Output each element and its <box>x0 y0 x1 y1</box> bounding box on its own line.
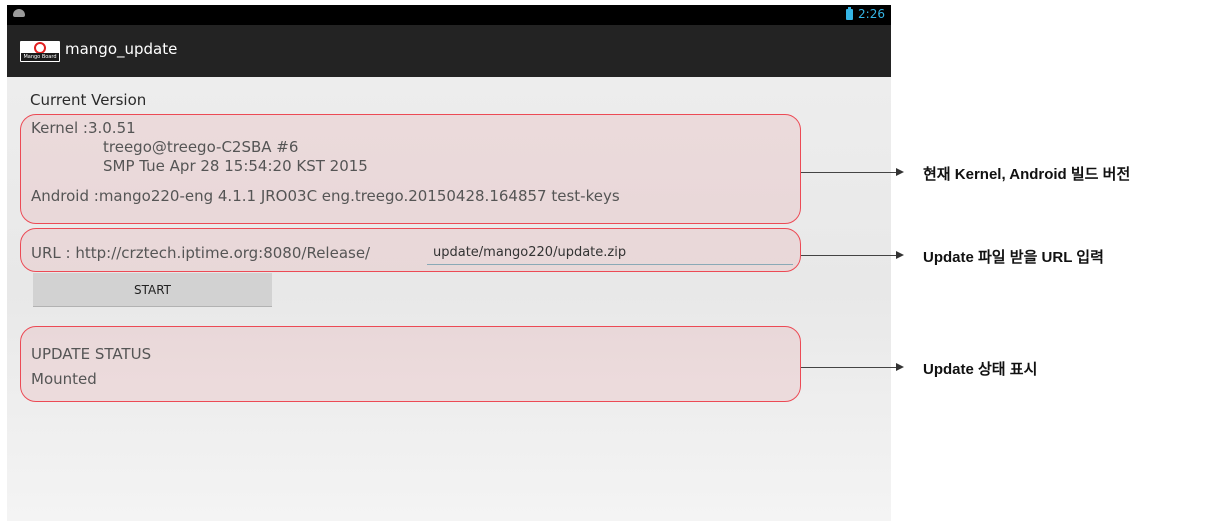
current-version-heading: Current Version <box>30 91 147 109</box>
battery-icon <box>846 7 853 20</box>
android-icon <box>13 9 25 17</box>
version-callout-label: 현재 Kernel, Android 빌드 버전 <box>923 166 1131 183</box>
action-bar: Mango Board mango_update <box>7 25 891 77</box>
status-callout-arrow-icon <box>896 363 904 371</box>
app-logo-icon[interactable]: Mango Board <box>20 41 60 62</box>
url-input[interactable] <box>427 241 793 265</box>
version-callout-arrow-icon <box>896 168 904 176</box>
update-status-heading: UPDATE STATUS <box>31 345 152 363</box>
kernel-version-text: Kernel :3.0.51 <box>31 119 136 137</box>
url-label: URL : http://crztech.iptime.org:8080/Rel… <box>31 244 371 262</box>
url-callout-line <box>801 255 896 256</box>
status-highlight-box <box>20 326 801 402</box>
kernel-build-text: SMP Tue Apr 28 15:54:20 KST 2015 <box>103 157 368 175</box>
version-callout-line <box>801 172 896 173</box>
url-callout-arrow-icon <box>896 251 904 259</box>
update-status-value: Mounted <box>31 370 97 388</box>
url-callout-label: Update 파일 받을 URL 입력 <box>923 249 1104 266</box>
android-version-text: Android :mango220-eng 4.1.1 JRO03C eng.t… <box>31 187 620 205</box>
app-title: mango_update <box>65 40 178 58</box>
status-callout-line <box>801 367 896 368</box>
logo-text: Mango Board <box>21 53 59 61</box>
start-button[interactable]: START <box>33 273 272 307</box>
status-callout-label: Update 상태 표시 <box>923 361 1038 378</box>
status-time: 2:26 <box>858 7 885 21</box>
kernel-user-text: treego@treego-C2SBA #6 <box>103 138 299 156</box>
status-bar: 2:26 <box>7 5 891 25</box>
